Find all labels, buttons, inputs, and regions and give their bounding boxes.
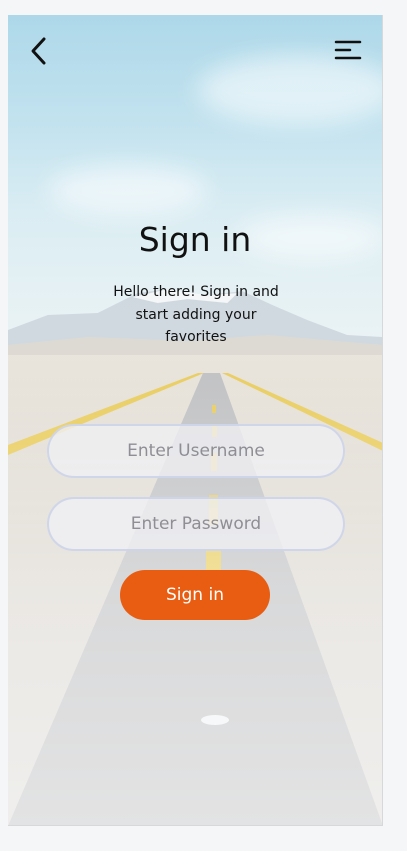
- app-screen: Sign in Hello there! Sign in and start a…: [8, 15, 383, 826]
- username-input[interactable]: [47, 424, 345, 478]
- page-subtitle: Hello there! Sign in and start adding yo…: [113, 284, 279, 345]
- back-button[interactable]: [26, 35, 54, 67]
- background-overlay: [8, 15, 382, 825]
- password-input[interactable]: [47, 497, 345, 551]
- chevron-left-icon: [31, 37, 46, 65]
- top-bar: [8, 15, 382, 85]
- menu-icon: [334, 40, 362, 60]
- page-title: Sign in: [138, 220, 252, 259]
- background-image: [8, 15, 382, 825]
- sign-in-button[interactable]: Sign in: [120, 570, 270, 620]
- menu-button[interactable]: [334, 39, 362, 63]
